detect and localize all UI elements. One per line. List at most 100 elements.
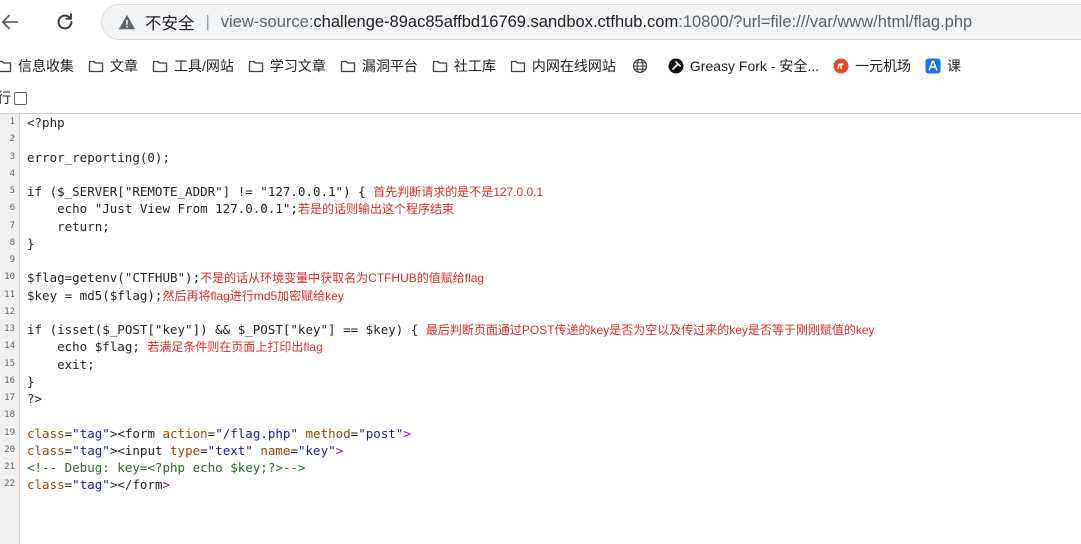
bookmark-item[interactable]: 社工库 — [426, 52, 504, 80]
source-line: 1 <?php — [0, 114, 1081, 131]
source-code: } — [27, 235, 35, 252]
bookmark-item[interactable]: 漏洞平台 — [334, 52, 426, 80]
bookmark-label: 内网在线网站 — [531, 58, 616, 74]
line-number: 1 — [9, 117, 15, 127]
code-text: } — [27, 373, 35, 389]
blank-area — [720, 481, 1060, 531]
line-number: 2 — [9, 134, 15, 145]
arrow-left-icon — [1, 14, 19, 30]
line-number: 22 — [4, 479, 15, 490]
bookmark-item[interactable] — [624, 52, 662, 80]
line-number: 10 — [4, 272, 15, 283]
code-text: if (isset($_POST["key"]) && $_POST["key"… — [27, 322, 426, 337]
bookmark-label: 文章 — [110, 58, 138, 74]
line-number: 16 — [4, 375, 15, 386]
line-number: 17 — [4, 393, 15, 403]
source-line: 15 exit; — [0, 356, 1081, 373]
source-line: 14 echo $flag; 若满足条件则在页面上打印出flag — [0, 338, 1081, 355]
line-number: 9 — [9, 255, 15, 265]
source-code: $flag=getenv("CTFHUB");不是的话从环境变量中获取名为CTF… — [27, 269, 484, 287]
folder-icon — [432, 60, 448, 73]
source-code: class="tag"><input type="text" name="key… — [27, 442, 343, 459]
annotation-note: 最后判断页面通过POST传递的key是否为空以及传过来的key是否等于刚刚赋值的… — [425, 323, 875, 337]
bookmark-item[interactable]: 内网在线网站 — [504, 52, 624, 80]
source-code: return; — [27, 218, 110, 235]
bookmarks-bar: 信息收集 文章 工具/网站 学习文章 漏洞平台 社工库 内网在线网站 Greasy Fork … — [0, 48, 1081, 84]
folder-icon — [88, 60, 104, 73]
source-line: 12 — [0, 304, 1081, 321]
line-wrap-checkbox[interactable] — [14, 91, 27, 105]
address-bar[interactable]: 不安全 | view-source: challenge-89ac85affbd1… — [101, 4, 1081, 40]
line-number: 13 — [4, 324, 15, 334]
folder-icon — [510, 60, 526, 73]
source-line: 21 <!-- Debug: key=<?php echo $key;?>--> — [0, 459, 1081, 476]
browser-toolbar: 不安全 | view-source: challenge-89ac85affbd1… — [0, 0, 1081, 45]
bookmark-item[interactable]: Greasy Fork - 安全... — [662, 52, 827, 80]
source-line: 10 $flag=getenv("CTFHUB");不是的话从环境变量中获取名为C… — [0, 269, 1081, 286]
url-prefix: view-source: — [220, 12, 314, 31]
bookmark-label: 信息收集 — [18, 58, 74, 74]
line-number: 6 — [9, 203, 15, 214]
line-number: 14 — [4, 341, 15, 352]
source-code: ?> — [27, 390, 42, 407]
line-number: 20 — [4, 444, 15, 455]
source-line: 8} — [0, 235, 1081, 252]
source-code: class="tag"><form action="/flag.php" met… — [27, 425, 411, 442]
source-code: echo "Just View From 127.0.0.1";若是的话则输出这… — [27, 200, 454, 218]
back-button[interactable] — [0, 6, 26, 38]
line-number: 18 — [4, 410, 15, 421]
reload-icon — [57, 13, 73, 30]
bookmark-item[interactable]: 一元机场 — [827, 52, 919, 80]
code-text: error_reporting(0); — [27, 149, 170, 165]
bookmark-label: Greasy Fork - 安全... — [689, 58, 820, 74]
line-number: 15 — [4, 358, 15, 369]
folder-icon — [0, 60, 12, 73]
source-line: 19 class="tag"><form action="/flag.php" m… — [0, 425, 1081, 442]
source-code: } — [27, 373, 35, 390]
source-code: echo $flag; 若满足条件则在页面上打印出flag — [27, 338, 323, 356]
source-line: 5 if ($_SERVER["REMOTE_ADDR"] != "127.0.0… — [0, 183, 1081, 200]
ai-icon — [925, 58, 941, 74]
source-line: 9 — [0, 252, 1081, 269]
bookmark-item[interactable]: 学习文章 — [242, 52, 334, 80]
source-code: class="tag"></form> — [27, 476, 170, 493]
code-text: <?php — [27, 115, 65, 130]
code-text: echo $flag; — [27, 339, 148, 355]
code-text: ?> — [27, 391, 43, 406]
line-number: 21 — [4, 462, 15, 472]
annotation-note: 若满足条件则在页面上打印出flag — [147, 340, 323, 355]
bookmark-label: 课 — [947, 58, 962, 74]
globe-icon — [632, 58, 647, 74]
source-line: 3 error_reporting(0); — [0, 149, 1081, 166]
url-host: challenge-89ac85affbd16769.sandbox.ctfhu… — [313, 12, 679, 31]
code-text: class="tag"><input type="text" name="key… — [27, 442, 344, 458]
source-code: if (isset($_POST["key"]) && $_POST["key"… — [27, 321, 875, 339]
folder-icon — [248, 60, 264, 73]
annotation-note: 首先判断请求的是不是127.0.0.1 — [373, 185, 544, 199]
line-wrap-toggle[interactable]: 行 — [0, 88, 27, 108]
source-code: <!-- Debug: key=<?php echo $key;?>--> — [27, 459, 305, 476]
folder-icon — [340, 60, 356, 73]
insecure-label[interactable]: 不安全 — [145, 10, 195, 34]
reload-button[interactable] — [49, 6, 81, 38]
bookmark-item[interactable]: 文章 — [82, 52, 146, 80]
source-line: 6 echo "Just View From 127.0.0.1";若是的话则输… — [0, 200, 1081, 217]
source-code: <?php — [27, 114, 65, 131]
bookmark-item[interactable]: 课 — [919, 52, 969, 80]
line-number: 7 — [9, 220, 15, 231]
source-line: 18 — [0, 407, 1081, 424]
source-code: if ($_SERVER["REMOTE_ADDR"] != "127.0.0.… — [27, 183, 543, 201]
bookmark-item[interactable]: 工具/网站 — [146, 52, 242, 80]
warning-icon[interactable] — [118, 13, 136, 31]
line-wrap-label: 行 — [0, 90, 11, 106]
source-line: 11 $key = md5($flag);然后再将flag进行md5加密赋给key — [0, 287, 1081, 304]
line-number: 11 — [4, 289, 15, 300]
source-line: 17 ?> — [0, 390, 1081, 407]
source-code: error_reporting(0); — [27, 149, 170, 166]
source-code: $key = md5($flag);然后再将flag进行md5加密赋给key — [27, 287, 344, 305]
bookmark-label: 一元机场 — [855, 58, 912, 74]
source-line: 13 if (isset($_POST["key"]) && $_POST["ke… — [0, 321, 1081, 338]
source-line: 16} — [0, 373, 1081, 390]
bookmark-item[interactable]: 信息收集 — [0, 52, 82, 80]
line-number: 12 — [4, 306, 15, 317]
